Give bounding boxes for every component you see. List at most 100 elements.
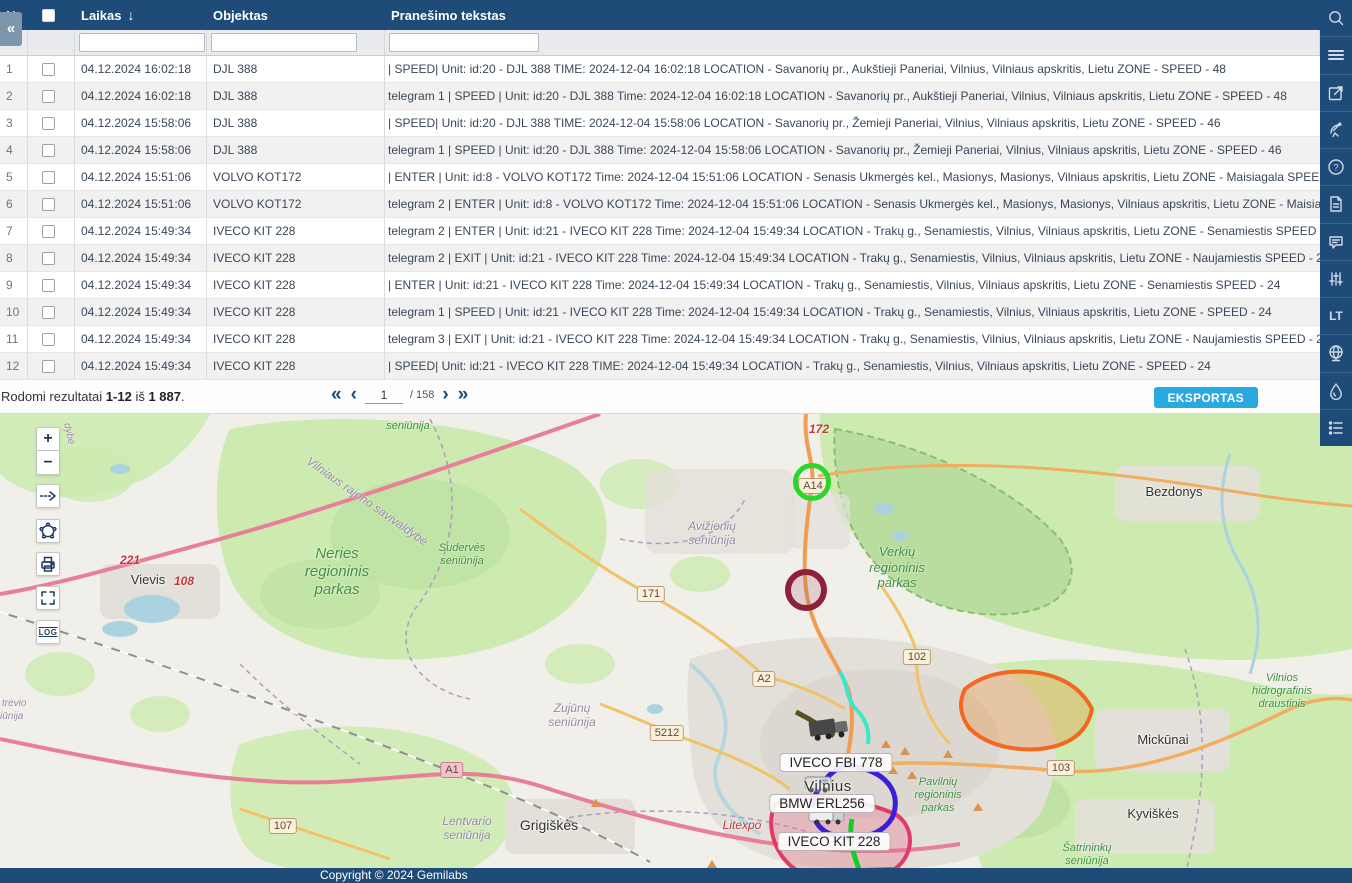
filter-object-input[interactable] — [211, 33, 357, 52]
map-label: trėvio — [2, 698, 26, 710]
pager: « ‹ / 158 › » — [330, 384, 469, 406]
page-number-input[interactable] — [365, 386, 403, 404]
map-label: Vilnios hidrografinis draustinis — [1252, 672, 1312, 712]
table-row[interactable]: 5 04.12.2024 15:51:06 VOLVO KOT172 | ENT… — [0, 164, 1320, 191]
vehicle-label[interactable]: BMW ERL256 — [769, 794, 875, 813]
export-button[interactable]: EKSPORTAS — [1154, 387, 1259, 408]
gps-tracking-app: « № Laikas ↓ Objektas Pranešimo tekstas … — [0, 0, 1352, 883]
language-button[interactable]: LT — [1320, 297, 1352, 334]
map-label: Kyviškės — [1127, 806, 1178, 822]
row-checkbox[interactable] — [42, 360, 55, 373]
row-checkbox[interactable] — [42, 198, 55, 211]
row-checkbox[interactable] — [42, 90, 55, 103]
help-button[interactable]: ? — [1320, 148, 1352, 185]
satellite-icon — [1326, 120, 1346, 140]
row-checkbox[interactable] — [42, 144, 55, 157]
table-row[interactable]: 9 04.12.2024 15:49:34 IVECO KIT 228 | EN… — [0, 272, 1320, 299]
zoom-out-button[interactable]: − — [36, 451, 60, 475]
list-button[interactable] — [1320, 409, 1352, 446]
table-row[interactable]: 4 04.12.2024 15:58:06 DJL 388 telegram 1… — [0, 137, 1320, 164]
menu-button[interactable] — [1320, 36, 1352, 73]
comment-icon — [1326, 232, 1346, 252]
print-button[interactable] — [36, 552, 60, 576]
road-number: Litexpo — [723, 818, 762, 832]
select-all-checkbox[interactable] — [42, 9, 55, 22]
table-row[interactable]: 6 04.12.2024 15:51:06 VOLVO KOT172 teleg… — [0, 191, 1320, 218]
header-objektas[interactable]: Objektas — [207, 8, 385, 23]
messages-button[interactable] — [1320, 223, 1352, 260]
polygon-icon — [38, 521, 58, 541]
header-checkbox-cell — [28, 9, 75, 22]
filter-time-input[interactable] — [79, 33, 205, 52]
map-label: Sudervės seniūnija — [439, 542, 485, 568]
header-laikas[interactable]: Laikas ↓ — [75, 7, 207, 23]
next-page-button[interactable]: › — [441, 384, 449, 406]
table-row[interactable]: 12 04.12.2024 15:49:34 IVECO KIT 228 | S… — [0, 353, 1320, 380]
globe-button[interactable] — [1320, 334, 1352, 371]
language-label: LT — [1329, 309, 1343, 323]
table-row[interactable]: 7 04.12.2024 15:49:34 IVECO KIT 228 tele… — [0, 218, 1320, 245]
track-arrow-button[interactable] — [36, 484, 60, 508]
vehicle-label[interactable]: IVECO KIT 228 — [778, 832, 891, 851]
event-ring-green[interactable] — [793, 463, 831, 501]
row-checkbox[interactable] — [42, 63, 55, 76]
map-label: Pavilnių regioninis parkas — [914, 776, 961, 816]
results-summary: Rodomi rezultatai 1-12 iš 1 887. — [1, 389, 185, 404]
row-checkbox[interactable] — [42, 171, 55, 184]
table-row[interactable]: 10 04.12.2024 15:49:34 IVECO KIT 228 tel… — [0, 299, 1320, 326]
road-badge: 103 — [1047, 760, 1075, 776]
map-label: seniūnija — [386, 420, 429, 433]
filter-checkbox-cell — [28, 30, 75, 55]
dashed-arrow-icon — [38, 486, 58, 506]
table-row[interactable]: 11 04.12.2024 15:49:34 IVECO KIT 228 tel… — [0, 326, 1320, 353]
fullscreen-button[interactable] — [36, 586, 60, 610]
road-badge: 107 — [269, 818, 297, 834]
map-label: Šatrininkų seniūnija — [1063, 842, 1112, 868]
row-checkbox[interactable] — [42, 252, 55, 265]
satellite-button[interactable] — [1320, 111, 1352, 148]
filters-button[interactable] — [1320, 260, 1352, 297]
open-window-button[interactable] — [1320, 74, 1352, 111]
table-row[interactable]: 2 04.12.2024 16:02:18 DJL 388 telegram 1… — [0, 83, 1320, 110]
header-pranesimo[interactable]: Pranešimo tekstas — [385, 8, 1320, 23]
fuel-button[interactable] — [1320, 372, 1352, 409]
filter-message-input[interactable] — [389, 33, 539, 52]
map-label: Grigiškės — [520, 817, 578, 834]
row-checkbox[interactable] — [42, 117, 55, 130]
row-checkbox[interactable] — [42, 225, 55, 238]
road-badge: 5212 — [650, 725, 684, 741]
last-page-button[interactable]: » — [457, 384, 470, 406]
sort-desc-icon[interactable]: ↓ — [127, 7, 134, 23]
search-button[interactable] — [1320, 0, 1352, 36]
help-icon: ? — [1326, 157, 1346, 177]
row-checkbox[interactable] — [42, 279, 55, 292]
collapse-panel-button[interactable]: « — [0, 12, 22, 46]
map-label: iūnija — [0, 711, 23, 723]
prev-page-button[interactable]: ‹ — [350, 384, 358, 406]
map-label: Neries regioninis parkas — [305, 545, 369, 599]
log-button[interactable]: LOG — [36, 620, 60, 644]
table-row[interactable]: 1 04.12.2024 16:02:18 DJL 388 | SPEED| U… — [0, 56, 1320, 83]
zoom-in-button[interactable]: + — [36, 427, 60, 451]
table-header-row: № Laikas ↓ Objektas Pranešimo tekstas — [0, 0, 1320, 30]
row-checkbox[interactable] — [42, 306, 55, 319]
map-label: Vievis — [131, 572, 165, 588]
road-number: 221 — [120, 553, 140, 567]
road-number: 172 — [809, 422, 829, 436]
first-page-button[interactable]: « — [330, 384, 343, 406]
table-row[interactable]: 3 04.12.2024 15:58:06 DJL 388 | SPEED| U… — [0, 110, 1320, 137]
document-icon — [1326, 194, 1346, 214]
map-canvas[interactable]: seniūnija Vilniaus rajono savivaldybė Ne… — [0, 414, 1352, 883]
vehicle-label[interactable]: IVECO FBI 778 — [779, 753, 892, 772]
geofence-button[interactable] — [36, 519, 60, 543]
table-row[interactable]: 8 04.12.2024 15:49:34 IVECO KIT 228 tele… — [0, 245, 1320, 272]
menu-icon — [1326, 45, 1346, 65]
map-label: Mickūnai — [1137, 732, 1188, 748]
road-badge: A2 — [752, 671, 775, 687]
report-button[interactable] — [1320, 185, 1352, 222]
row-checkbox[interactable] — [42, 333, 55, 346]
map-label: Avižienių seniūnija — [688, 519, 736, 548]
event-ring-red[interactable] — [785, 569, 827, 611]
right-toolbar: ? LT — [1320, 0, 1352, 446]
globe-icon — [1326, 343, 1346, 363]
